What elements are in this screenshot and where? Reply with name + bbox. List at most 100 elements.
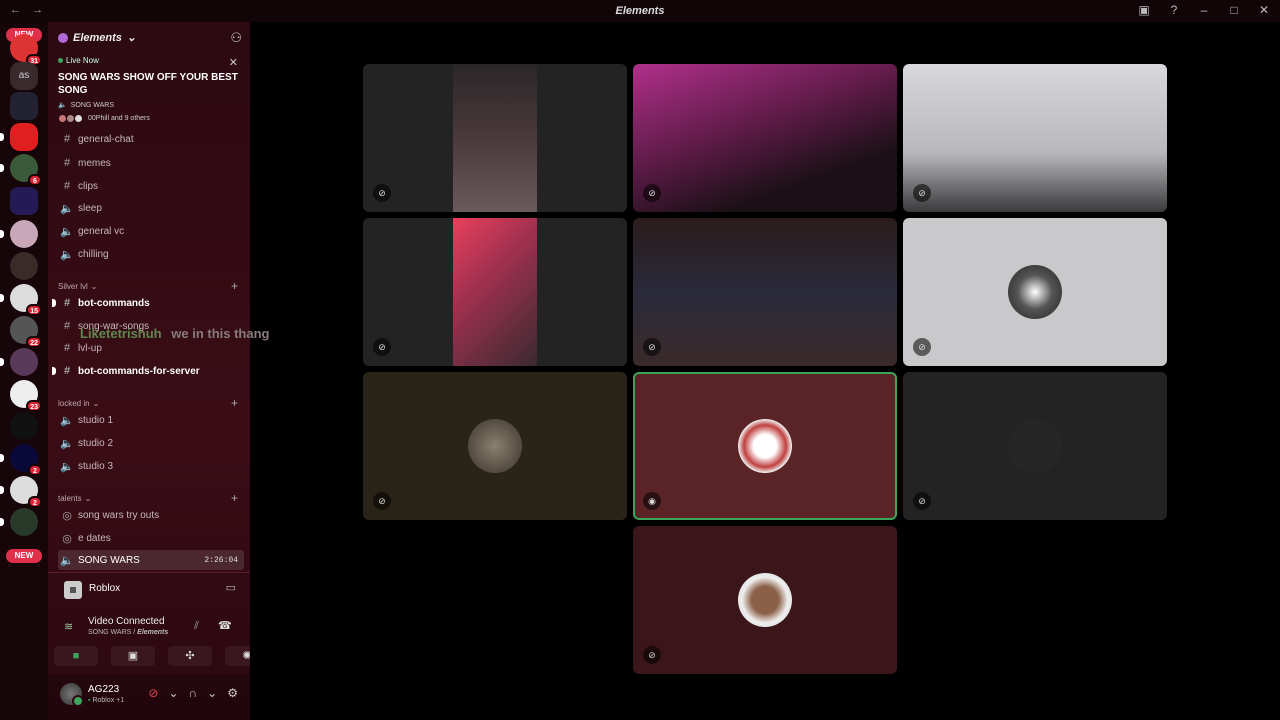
close-button[interactable]: ✕ bbox=[1256, 3, 1272, 17]
chevron-down-icon: ⌄ bbox=[90, 281, 98, 291]
channel-song-wars[interactable]: 🔈 SONG WARS 2:26:04 bbox=[58, 550, 244, 570]
category-locked-in[interactable]: locked in ⌄ + bbox=[58, 396, 238, 410]
server-icon[interactable]: 31 bbox=[10, 34, 42, 66]
server-icon[interactable] bbox=[10, 92, 38, 120]
video-tile[interactable]: ⊘ bbox=[903, 372, 1167, 520]
channel-general-vc[interactable]: 🔈 general vc bbox=[58, 221, 244, 241]
hashtag-icon: # bbox=[63, 133, 71, 145]
add-channel-icon[interactable]: + bbox=[231, 396, 238, 410]
overlay-username: Liketetrishuh bbox=[80, 326, 162, 341]
video-tile-speaking[interactable]: ◉ bbox=[633, 372, 897, 520]
hashtag-icon: # bbox=[63, 320, 71, 332]
server-icon-as[interactable]: as bbox=[10, 62, 38, 90]
server-icon[interactable]: 23 bbox=[10, 380, 42, 412]
maximize-button[interactable]: □ bbox=[1226, 3, 1242, 17]
help-icon[interactable]: ? bbox=[1166, 3, 1182, 17]
mic-muted-icon: ⊘ bbox=[913, 492, 931, 510]
video-tile[interactable]: ⊘ bbox=[903, 64, 1167, 212]
disconnect-icon[interactable]: ☎ bbox=[218, 619, 232, 632]
video-tile[interactable]: ⊘ bbox=[363, 64, 627, 212]
server-icon[interactable] bbox=[0, 348, 38, 376]
server-list: NEW 31 as 6 15 22 23 2 2 NEW bbox=[0, 22, 48, 720]
inbox-icon[interactable]: ▣ bbox=[1136, 3, 1152, 17]
server-icon[interactable]: 2 bbox=[0, 476, 42, 508]
channel-chilling[interactable]: 🔈 chilling bbox=[58, 244, 244, 264]
server-icon[interactable] bbox=[10, 252, 38, 280]
hashtag-icon: # bbox=[63, 365, 71, 377]
add-member-icon[interactable]: ⚇ bbox=[230, 30, 242, 46]
channel-studio-3[interactable]: 🔈 studio 3 bbox=[58, 456, 244, 476]
avatar bbox=[1008, 265, 1062, 319]
mic-muted-icon: ⊘ bbox=[643, 646, 661, 664]
speaker-icon: 🔈 bbox=[60, 437, 74, 450]
activities-button[interactable]: ✣ bbox=[168, 646, 212, 666]
screen-share-button[interactable]: ▣ bbox=[111, 646, 155, 666]
channel-clips[interactable]: # clips bbox=[58, 176, 244, 196]
mic-muted-icon: ⊘ bbox=[373, 184, 391, 202]
server-icon[interactable] bbox=[0, 220, 38, 248]
overlay-chat-message: Liketetrishuh we in this thang bbox=[80, 326, 269, 341]
speaker-icon: 🔈 bbox=[60, 554, 74, 567]
server-icon[interactable]: 6 bbox=[0, 154, 42, 186]
headphones-icon[interactable]: ∩ bbox=[189, 686, 198, 700]
mic-icon: ◉ bbox=[643, 492, 661, 510]
unread-indicator bbox=[52, 299, 56, 307]
screen-share-icon[interactable]: ▭ bbox=[226, 581, 236, 594]
channel-general-chat[interactable]: # general-chat bbox=[58, 132, 244, 146]
chevron-down-icon: ⌄ bbox=[84, 493, 92, 503]
channel-bot-commands-for-server[interactable]: # bot-commands-for-server bbox=[52, 361, 244, 381]
avatar[interactable] bbox=[60, 683, 84, 707]
channel-sleep[interactable]: 🔈 sleep bbox=[58, 198, 244, 218]
minimize-button[interactable]: – bbox=[1196, 3, 1212, 17]
video-tile[interactable]: ⊘ bbox=[363, 372, 627, 520]
title-bar: ← → Elements ▣ ? – □ ✕ bbox=[0, 0, 1280, 22]
camera-button[interactable]: ■ bbox=[54, 646, 98, 666]
channel-lvl-up[interactable]: # lvl-up bbox=[58, 338, 244, 358]
server-icon[interactable] bbox=[0, 508, 38, 536]
add-channel-icon[interactable]: + bbox=[231, 279, 238, 293]
stage-icon: ◎ bbox=[62, 509, 72, 522]
category-talents[interactable]: talents ⌄ + bbox=[58, 491, 238, 505]
close-icon[interactable]: ✕ bbox=[229, 56, 238, 69]
user-status: ▪ Roblox +1 bbox=[88, 697, 125, 704]
activity-bar[interactable]: Roblox ▭ bbox=[48, 572, 250, 604]
noise-suppression-icon[interactable]: ⫽ bbox=[194, 620, 199, 633]
channel-song-wars-try-outs[interactable]: ◎ song wars try outs bbox=[58, 505, 244, 525]
video-tile[interactable]: ⊘ bbox=[633, 64, 897, 212]
video-tile[interactable]: ⊘ bbox=[633, 526, 897, 674]
channel-studio-2[interactable]: 🔈 studio 2 bbox=[58, 433, 244, 453]
channel-studio-1[interactable]: 🔈 studio 1 bbox=[58, 410, 244, 430]
voice-channel[interactable]: SONG WARS / Elements bbox=[88, 629, 168, 636]
mic-muted-icon[interactable]: ⊘ bbox=[148, 686, 158, 700]
signal-icon: ≋ bbox=[64, 621, 74, 633]
video-tile[interactable]: ⊘ bbox=[903, 218, 1167, 366]
server-icon[interactable]: 22 bbox=[10, 316, 42, 348]
call-duration: 2:26:04 bbox=[204, 555, 238, 565]
chevron-down-icon[interactable]: ⌄ bbox=[168, 686, 178, 700]
server-icon[interactable] bbox=[0, 123, 38, 151]
add-channel-icon[interactable]: + bbox=[231, 491, 238, 505]
category-silver-lvl[interactable]: Silver lvl ⌄ + bbox=[58, 279, 238, 293]
roblox-icon bbox=[64, 581, 82, 599]
server-icon[interactable]: 15 bbox=[0, 284, 42, 316]
mic-muted-icon: ⊘ bbox=[643, 338, 661, 356]
chevron-down-icon: ⌄ bbox=[92, 398, 100, 408]
server-icon[interactable] bbox=[10, 187, 38, 215]
live-now-card[interactable]: Live Now ✕ SONG WARS SHOW OFF YOUR BEST … bbox=[54, 56, 244, 138]
video-tile[interactable]: ⊘ bbox=[633, 218, 897, 366]
settings-gear-icon[interactable]: ⚙ bbox=[227, 686, 238, 700]
server-icon[interactable]: 2 bbox=[0, 444, 42, 476]
server-icon[interactable] bbox=[10, 412, 38, 440]
channel-memes[interactable]: # memes bbox=[58, 153, 244, 173]
channel-bot-commands[interactable]: # bot-commands bbox=[52, 293, 244, 313]
mic-muted-icon: ⊘ bbox=[373, 338, 391, 356]
overlay-text: we in this thang bbox=[171, 326, 270, 341]
chevron-down-icon: ⌄ bbox=[126, 32, 137, 44]
chevron-down-icon[interactable]: ⌄ bbox=[207, 686, 217, 700]
channel-e-dates[interactable]: ◎ e dates bbox=[58, 528, 244, 548]
avatar bbox=[74, 114, 83, 123]
video-tile[interactable]: ⊘ bbox=[363, 218, 627, 366]
server-name-header[interactable]: Elements ⌄ bbox=[58, 31, 136, 44]
voice-connection-panel: ≋ Video Connected SONG WARS / Elements ⫽… bbox=[48, 606, 269, 672]
speaker-icon: 🔈 bbox=[60, 414, 74, 427]
